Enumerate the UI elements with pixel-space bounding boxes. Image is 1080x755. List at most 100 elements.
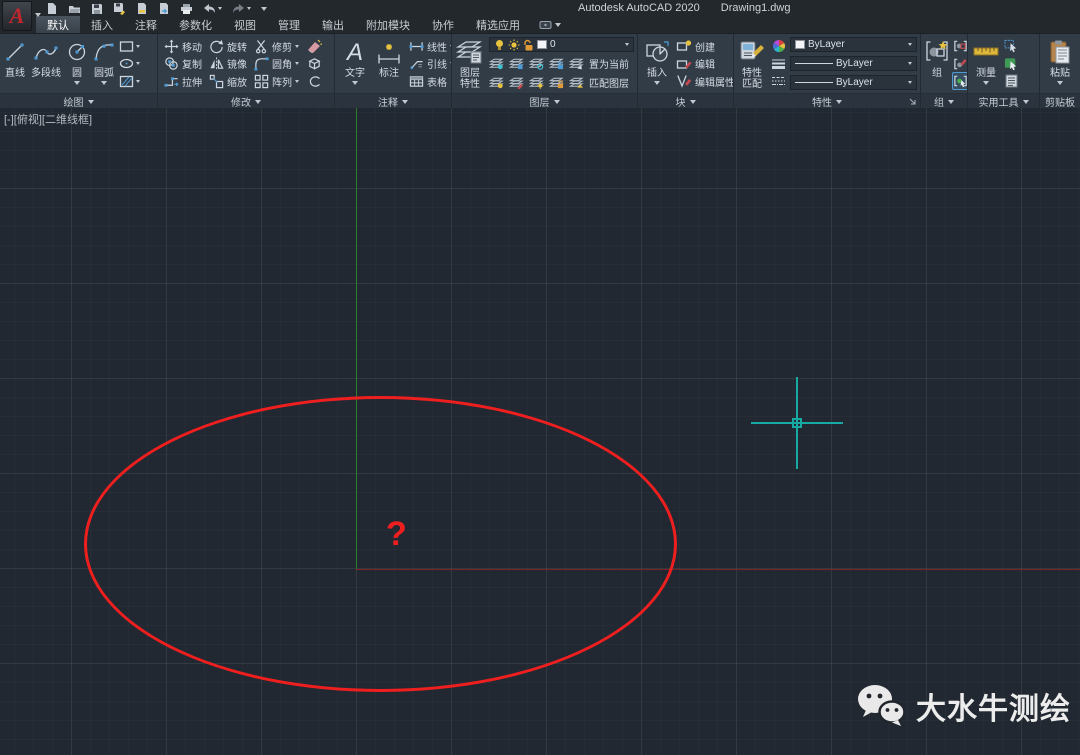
tab-addins[interactable]: 附加模块 — [355, 16, 421, 33]
circle-button[interactable]: 圆 — [65, 36, 89, 91]
group-button[interactable]: 组 — [923, 36, 951, 91]
panel-draw-label[interactable]: 绘图 — [0, 93, 157, 109]
trim-button[interactable]: 修剪 — [254, 38, 299, 54]
measure-button[interactable]: 测量 — [972, 36, 1000, 91]
id-point-button[interactable] — [1004, 38, 1019, 54]
insert-caret-icon[interactable] — [654, 81, 660, 85]
lineweight-dropdown[interactable]: ByLayer — [790, 56, 917, 71]
group-edit-button[interactable] — [953, 56, 968, 72]
fillet-caret-icon[interactable] — [295, 62, 299, 65]
rectangle-button[interactable] — [119, 38, 140, 54]
tab-manage[interactable]: 管理 — [267, 16, 311, 33]
paste-button[interactable]: 粘贴 — [1046, 36, 1074, 91]
tab-annotate[interactable]: 注释 — [124, 16, 168, 33]
explode-button[interactable] — [307, 56, 322, 72]
group-selection-toggle[interactable] — [953, 73, 968, 89]
publish-icon[interactable] — [158, 2, 170, 15]
paste-caret-icon[interactable] — [1057, 81, 1063, 85]
mirror-button[interactable]: 镜像 — [209, 56, 247, 72]
new-file-icon[interactable] — [46, 2, 58, 15]
circle-caret-icon[interactable] — [74, 81, 80, 85]
undo-caret-icon[interactable] — [218, 7, 222, 10]
save-as-icon[interactable] — [113, 2, 126, 15]
polyline-button[interactable]: 多段线 — [30, 36, 62, 91]
layer-thaw-all-icon[interactable] — [529, 75, 544, 89]
panel-annotate-label[interactable]: 注释 — [335, 93, 451, 109]
object-color-button[interactable] — [772, 38, 786, 54]
tab-default[interactable]: 默认 — [36, 16, 80, 33]
viewport-controls[interactable]: [-][俯视][二维线框] — [4, 111, 92, 127]
array-caret-icon[interactable] — [295, 80, 299, 83]
redo-caret-icon[interactable] — [247, 7, 251, 10]
scale-button[interactable]: 缩放 — [209, 73, 247, 89]
dimension-button[interactable]: 标注 — [375, 36, 403, 91]
quick-calc-button[interactable] — [1005, 73, 1018, 89]
leader-button[interactable]: 引线 — [409, 56, 452, 72]
layer-isolate-icon[interactable] — [489, 56, 504, 70]
drawing-canvas[interactable]: [-][俯视][二维线框] ? 大水牛测绘 — [0, 108, 1080, 755]
text-button[interactable]: A 文字 — [341, 36, 369, 91]
linear-dim-button[interactable]: 线性 — [409, 38, 452, 54]
fillet-button[interactable]: 圆角 — [254, 56, 299, 72]
quick-select-button[interactable] — [1004, 56, 1019, 72]
undo-icon[interactable] — [203, 3, 216, 14]
redo-icon[interactable] — [232, 3, 245, 14]
erase-button[interactable] — [306, 38, 322, 54]
panel-modify-label[interactable]: 修改 — [158, 93, 334, 109]
plot-stamp-icon[interactable] — [136, 2, 148, 15]
application-menu-button[interactable]: A — [2, 1, 32, 31]
arc-caret-icon[interactable] — [101, 81, 107, 85]
layer-unlock2-icon[interactable] — [549, 75, 564, 89]
text-caret-icon[interactable] — [352, 81, 358, 85]
layer-freeze-icon[interactable] — [529, 56, 544, 70]
layer-properties-button[interactable]: 图层特性 — [455, 36, 485, 91]
linetype-dropdown[interactable]: ByLayer — [790, 75, 917, 90]
panel-properties-label[interactable]: 特性 — [734, 93, 920, 109]
open-file-icon[interactable] — [68, 3, 81, 15]
layer-lock-icon[interactable] — [549, 56, 564, 70]
tab-collaborate[interactable]: 协作 — [421, 16, 465, 33]
create-block-button[interactable]: 创建 — [676, 38, 734, 54]
ungroup-button[interactable] — [953, 38, 968, 54]
make-current-icon[interactable] — [569, 56, 584, 70]
tab-output[interactable]: 输出 — [311, 16, 355, 33]
edit-block-button[interactable]: 编辑 — [676, 56, 734, 72]
insert-block-button[interactable]: 插入 — [643, 36, 671, 91]
tab-featured-apps[interactable]: 精选应用 — [465, 16, 531, 33]
layer-unisolate-icon[interactable] — [509, 56, 524, 70]
arc-button[interactable]: 圆弧 — [92, 36, 116, 91]
tab-view[interactable]: 视图 — [223, 16, 267, 33]
panel-clipboard-label[interactable]: 剪贴板 — [1040, 93, 1080, 109]
make-current-button[interactable]: 置为当前 — [589, 56, 629, 71]
layer-dropdown[interactable]: 0 — [489, 37, 634, 52]
hatch-button[interactable] — [119, 73, 140, 89]
match-layer-button[interactable]: 匹配图层 — [589, 75, 629, 90]
trim-caret-icon[interactable] — [295, 45, 299, 48]
color-dropdown[interactable]: ByLayer — [790, 37, 917, 52]
ribbon-display-toggle[interactable] — [539, 16, 561, 33]
panel-utilities-label[interactable]: 实用工具 — [968, 93, 1039, 109]
line-button[interactable]: 直线 — [3, 36, 27, 91]
application-menu-caret-icon[interactable] — [35, 13, 41, 17]
move-button[interactable]: 移动 — [164, 38, 202, 54]
linetype-button[interactable] — [771, 73, 786, 89]
qat-customize-caret-icon[interactable] — [261, 7, 267, 11]
array-button[interactable]: 阵列 — [254, 73, 299, 89]
panel-groups-label[interactable]: 组 — [921, 93, 967, 109]
rotate-button[interactable]: 旋转 — [209, 38, 247, 54]
stretch-button[interactable]: 拉伸 — [164, 73, 202, 89]
layer-off-icon[interactable] — [489, 75, 504, 89]
properties-dialog-launcher-icon[interactable] — [909, 98, 916, 105]
red-ellipse-object[interactable] — [84, 396, 677, 692]
measure-caret-icon[interactable] — [983, 81, 989, 85]
edit-attributes-button[interactable]: 编辑属性 — [676, 73, 734, 89]
panel-block-label[interactable]: 块 — [638, 93, 733, 109]
table-button[interactable]: 表格 — [409, 73, 452, 89]
match-properties-button[interactable]: 特性匹配 — [737, 36, 767, 91]
copy-button[interactable]: 复制 — [164, 56, 202, 72]
tab-insert[interactable]: 插入 — [80, 16, 124, 33]
panel-layers-label[interactable]: 图层 — [452, 93, 637, 109]
layer-edit-icon[interactable] — [509, 75, 524, 89]
tab-parametric[interactable]: 参数化 — [168, 16, 223, 33]
match-layer-icon[interactable] — [569, 75, 584, 89]
